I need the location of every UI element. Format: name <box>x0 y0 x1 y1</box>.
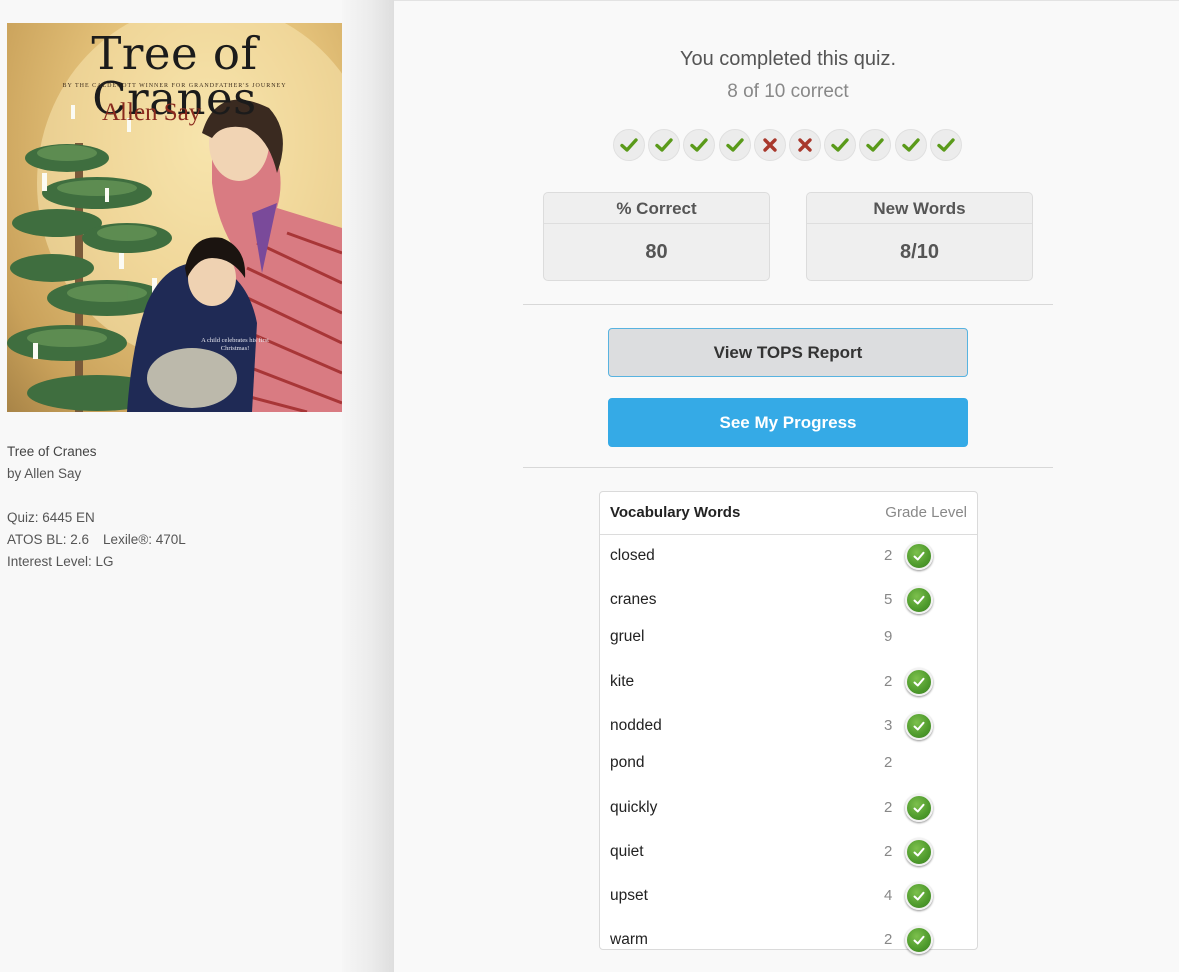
book-panel: Tree of Cranes By the Caldecott winner f… <box>0 0 360 972</box>
learned-check-icon <box>905 542 933 570</box>
vocab-word: closed <box>610 547 655 564</box>
answer-result-7 <box>824 129 857 161</box>
book-title: Tree of Cranes <box>7 444 97 459</box>
vocab-word: nodded <box>610 717 662 734</box>
book-author: by Allen Say <box>7 466 82 481</box>
vocab-word: gruel <box>610 628 645 645</box>
percent-correct-label: % Correct <box>544 193 769 224</box>
vocab-grade-level: 2 <box>884 843 893 860</box>
book-cover-image: Tree of Cranes By the Caldecott winner f… <box>7 23 342 412</box>
cover-author: Allen Say <box>102 99 202 126</box>
reading-levels: ATOS BL: 2.6 Lexile®: 470L <box>7 529 337 551</box>
atos-level: ATOS BL: 2.6 <box>7 532 90 547</box>
panel-shadow <box>342 0 394 972</box>
vocabulary-row: nodded 3 <box>600 705 977 749</box>
vocab-word: quiet <box>610 843 644 860</box>
answer-results <box>613 129 962 161</box>
divider <box>523 467 1053 468</box>
vocabulary-row: upset 4 <box>600 875 977 919</box>
vocab-grade-level: 5 <box>884 591 893 608</box>
answer-result-4 <box>718 129 751 161</box>
vocab-grade-level: 4 <box>884 887 893 904</box>
checkmark-icon <box>690 138 709 152</box>
percent-correct-value: 80 <box>645 241 668 263</box>
learned-check-icon <box>905 586 933 614</box>
checkmark-icon <box>831 138 849 152</box>
answer-result-10 <box>929 129 962 161</box>
book-details: Tree of Cranes by Allen Say Quiz: 6445 E… <box>7 441 337 573</box>
vocab-word: kite <box>610 673 635 690</box>
checkmark-icon <box>866 138 885 152</box>
vocabulary-row: closed 2 <box>600 535 977 579</box>
answer-result-8 <box>859 129 892 161</box>
learned-check-icon <box>905 712 933 740</box>
checkmark-icon <box>655 138 673 152</box>
learned-check-icon <box>905 794 933 822</box>
view-tops-report-button[interactable]: View TOPS Report <box>608 328 968 377</box>
learned-check-icon <box>905 668 933 696</box>
answer-result-6 <box>788 129 821 161</box>
checkmark-icon <box>901 138 920 152</box>
interest-level: Interest Level: LG <box>7 554 114 569</box>
vocab-grade-level: 2 <box>884 547 893 564</box>
answer-result-2 <box>648 129 681 161</box>
vocab-grade-level: 2 <box>884 799 893 816</box>
x-mark-icon <box>798 138 812 152</box>
vocabulary-rows: closed 2 cranes 5 gruel 9 kite 2 nodded 3 pond 2 qui… <box>600 535 977 963</box>
checkmark-icon <box>936 138 955 152</box>
vocabulary-row: gruel 9 <box>600 623 977 661</box>
checkmark-icon <box>620 138 638 152</box>
vocabulary-row: quickly 2 <box>600 787 977 831</box>
vocab-grade-level: 9 <box>884 628 893 645</box>
vocabulary-table-header: Vocabulary Words Grade Level <box>600 492 977 535</box>
divider <box>523 304 1053 305</box>
vocabulary-row: pond 2 <box>600 749 977 787</box>
vocab-grade-level: 2 <box>884 673 893 690</box>
answer-result-3 <box>683 129 716 161</box>
vocab-word: warm <box>610 931 648 948</box>
vocabulary-row: cranes 5 <box>600 579 977 623</box>
vocab-word: upset <box>610 887 648 904</box>
answer-result-1 <box>613 129 645 161</box>
vocab-grade-level: 2 <box>884 754 893 771</box>
new-words-box: New Words 8/10 <box>806 192 1033 281</box>
checkmark-icon <box>725 138 744 152</box>
vocab-grade-level: 2 <box>884 931 893 948</box>
see-my-progress-button[interactable]: See My Progress <box>608 398 968 447</box>
completion-message: You completed this quiz. <box>679 48 897 70</box>
quiz-number: Quiz: 6445 EN <box>7 510 95 525</box>
new-words-label: New Words <box>807 193 1032 224</box>
x-mark-icon <box>763 138 777 152</box>
vocabulary-table: Vocabulary Words Grade Level closed 2 cran… <box>599 491 978 954</box>
vocabulary-row: quiet 2 <box>600 831 977 875</box>
learned-check-icon <box>905 926 933 954</box>
cover-blurb: A child celebrates his first Christmas! <box>201 337 269 353</box>
score-summary: 8 of 10 correct <box>727 81 849 102</box>
vocabulary-words-header: Vocabulary Words <box>610 504 741 521</box>
learned-check-icon <box>905 882 933 910</box>
vocab-grade-level: 3 <box>884 717 893 734</box>
cover-tagline: By the Caldecott winner for Grandfather'… <box>62 83 287 89</box>
vocab-word: quickly <box>610 799 658 816</box>
vocabulary-row: warm 2 <box>600 919 977 963</box>
answer-result-5 <box>753 129 786 161</box>
vocab-word: cranes <box>610 591 657 608</box>
percent-correct-box: % Correct 80 <box>543 192 770 281</box>
vocab-word: pond <box>610 754 645 771</box>
answer-result-9 <box>894 129 927 161</box>
learned-check-icon <box>905 838 933 866</box>
grade-level-header: Grade Level <box>885 504 967 521</box>
new-words-value: 8/10 <box>900 241 939 263</box>
vocabulary-row: kite 2 <box>600 661 977 705</box>
lexile-level: Lexile®: 470L <box>103 532 186 547</box>
